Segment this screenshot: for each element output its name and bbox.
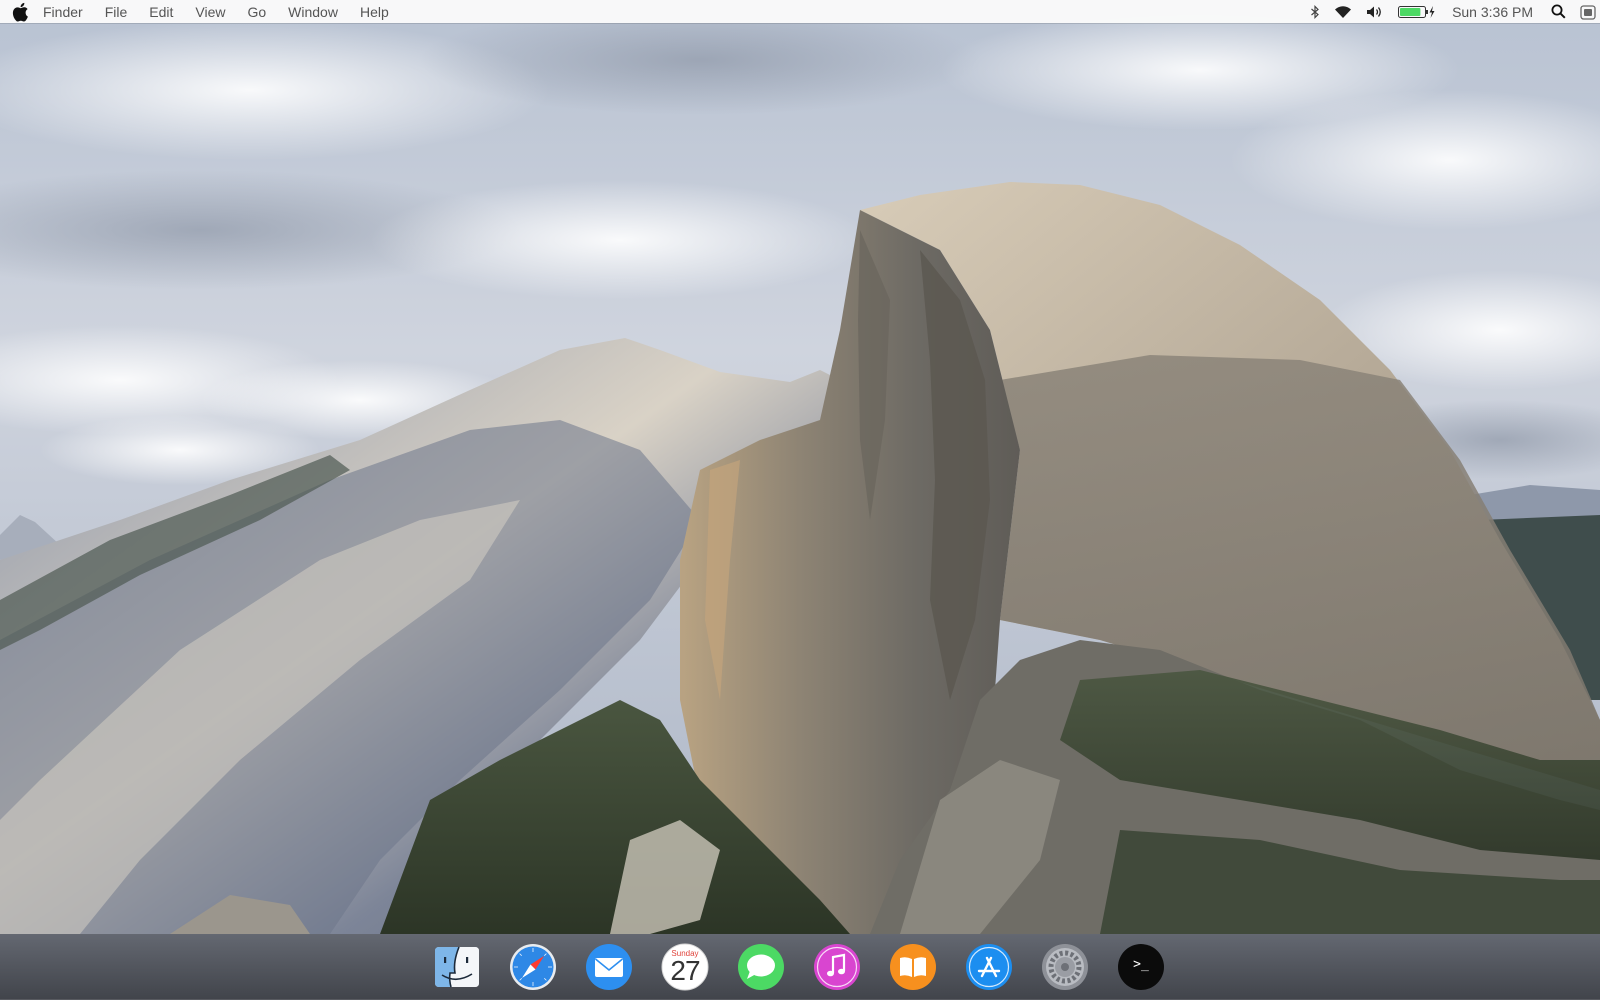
dock-itunes[interactable]	[812, 942, 862, 992]
dock: Sunday 27 >_	[0, 934, 1600, 1000]
ibooks-icon	[890, 944, 936, 990]
messages-icon	[738, 944, 784, 990]
menu-edit[interactable]: Edit	[149, 4, 173, 20]
calendar-date-label: 27	[670, 955, 700, 986]
dock-mail[interactable]	[584, 942, 634, 992]
notification-center-icon[interactable]	[1580, 0, 1596, 23]
menu-bar: Finder File Edit View Go Window Help Sun…	[0, 0, 1600, 23]
menu-help[interactable]: Help	[360, 4, 389, 20]
dock-terminal[interactable]: >_	[1116, 942, 1166, 992]
dock-safari[interactable]	[508, 942, 558, 992]
apple-menu-icon[interactable]	[11, 2, 29, 22]
wifi-icon[interactable]	[1334, 0, 1352, 23]
system-preferences-icon	[1042, 944, 1088, 990]
volume-icon[interactable]	[1366, 0, 1384, 23]
battery-level-fill	[1400, 7, 1421, 16]
menu-view[interactable]: View	[195, 4, 225, 20]
itunes-icon	[814, 944, 860, 990]
dock-system-preferences[interactable]	[1040, 942, 1090, 992]
bluetooth-icon[interactable]	[1310, 0, 1320, 23]
menu-bar-left: Finder File Edit View Go Window Help	[0, 0, 411, 23]
dock-finder[interactable]	[432, 942, 482, 992]
dock-messages[interactable]	[736, 942, 786, 992]
dock-ibooks[interactable]	[888, 942, 938, 992]
mail-icon	[586, 944, 632, 990]
battery-icon[interactable]	[1398, 0, 1436, 23]
app-store-icon	[966, 944, 1012, 990]
desktop-wallpaper	[0, 0, 1600, 1000]
menu-file[interactable]: File	[105, 4, 128, 20]
menu-go[interactable]: Go	[247, 4, 266, 20]
menu-app-name[interactable]: Finder	[43, 4, 83, 20]
safari-icon	[510, 944, 556, 990]
terminal-prompt-label: >_	[1133, 957, 1149, 972]
menu-bar-clock[interactable]: Sun 3:36 PM	[1452, 4, 1533, 20]
dock-app-store[interactable]	[964, 942, 1014, 992]
search-icon[interactable]	[1551, 0, 1566, 23]
dock-icons: Sunday 27 >_	[432, 942, 1166, 992]
menu-window[interactable]: Window	[288, 4, 338, 20]
menu-bar-status: Sun 3:36 PM	[1296, 0, 1600, 23]
dock-calendar[interactable]: Sunday 27	[660, 942, 710, 992]
finder-icon	[435, 946, 479, 988]
